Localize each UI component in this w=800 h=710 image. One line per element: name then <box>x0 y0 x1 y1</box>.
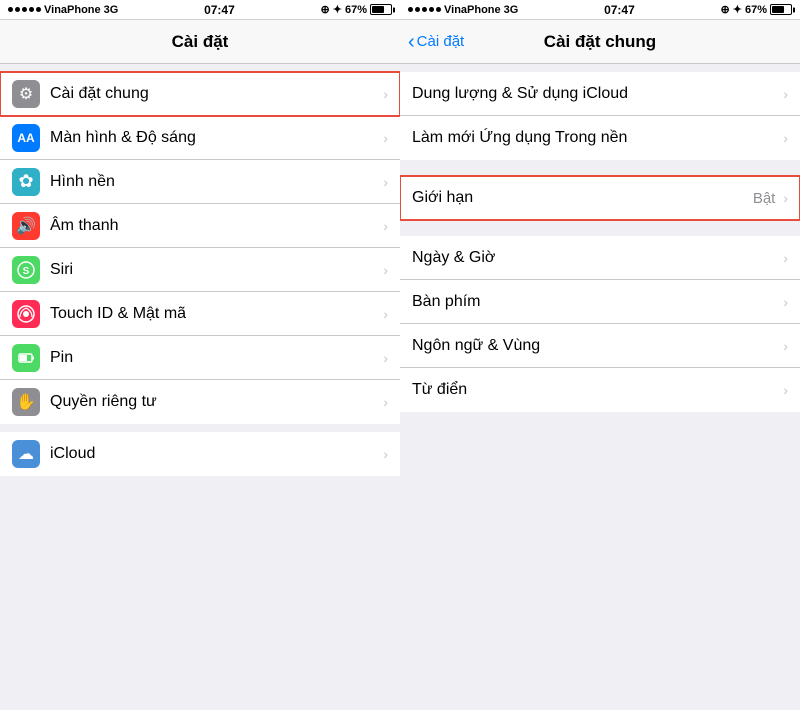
touchid-icon <box>12 300 40 328</box>
network-label: 3G <box>104 4 119 16</box>
signal-icon <box>8 7 41 12</box>
settings-item-am-thanh[interactable]: 🔊 Âm thanh › <box>0 204 400 248</box>
right-panel-content: Dung lượng & Sử dụng iCloud › Làm mới Ứn… <box>400 64 800 710</box>
chevron-icon: › <box>383 130 388 146</box>
network-label-right: 3G <box>504 4 519 16</box>
chevron-icon: › <box>783 190 788 206</box>
item-label-hinh-nen: Hình nền <box>50 173 379 191</box>
chevron-icon: › <box>383 306 388 322</box>
right-list-group-1: Dung lượng & Sử dụng iCloud › Làm mới Ứn… <box>400 72 800 160</box>
chevron-icon: › <box>383 218 388 234</box>
settings-item-gioi-han[interactable]: Giới hạn Bật › <box>400 176 800 220</box>
item-label-quyen-rieng-tu: Quyền riêng tư <box>50 393 379 411</box>
bluetooth-icon: ✦ <box>333 3 342 16</box>
settings-item-man-hinh[interactable]: AA Màn hình & Độ sáng › <box>0 116 400 160</box>
sound-icon: 🔊 <box>12 212 40 240</box>
left-status-bar: VinaPhone 3G 07:47 ⊕ ✦ 67% <box>0 0 400 20</box>
right-list-group-2: Giới hạn Bật › <box>400 176 800 220</box>
item-label-cai-dat-chung: Cài đặt chung <box>50 85 379 103</box>
chevron-icon: › <box>383 394 388 410</box>
item-label-ngon-ngu: Ngôn ngữ & Vùng <box>412 337 779 355</box>
back-arrow-icon: ‹ <box>408 32 415 52</box>
left-nav-title: Cài đặt <box>172 32 229 52</box>
item-label-gioi-han: Giới hạn <box>412 189 753 207</box>
chevron-icon: › <box>783 130 788 146</box>
chevron-icon: › <box>783 338 788 354</box>
display-icon: AA <box>12 124 40 152</box>
chevron-icon: › <box>783 382 788 398</box>
settings-item-icloud[interactable]: ☁ iCloud › <box>0 432 400 476</box>
bluetooth-icon-r: ✦ <box>733 3 742 16</box>
left-panel: Cài đặt ⚙ Cài đặt chung › AA Màn hình & … <box>0 20 400 710</box>
item-label-ngay-gio: Ngày & Giờ <box>412 249 779 267</box>
item-label-ban-phim: Bàn phím <box>412 293 779 311</box>
signal-icon-right <box>408 7 441 12</box>
right-panel: ‹ Cài đặt Cài đặt chung Dung lượng & Sử … <box>400 20 800 710</box>
item-label-pin: Pin <box>50 349 379 367</box>
group-spacer <box>400 160 800 168</box>
chevron-icon: › <box>383 446 388 462</box>
chevron-icon: › <box>383 86 388 102</box>
left-panel-content: ⚙ Cài đặt chung › AA Màn hình & Độ sáng … <box>0 64 400 710</box>
battery-label-right: 67% <box>745 4 767 16</box>
settings-item-lam-moi[interactable]: Làm mới Ứng dụng Trong nền › <box>400 116 800 160</box>
right-nav-bar: ‹ Cài đặt Cài đặt chung <box>400 20 800 64</box>
chevron-icon: › <box>383 262 388 278</box>
item-label-am-thanh: Âm thanh <box>50 217 379 235</box>
settings-item-pin[interactable]: Pin › <box>0 336 400 380</box>
item-label-dung-luong: Dung lượng & Sử dụng iCloud <box>412 85 779 103</box>
item-label-tu-dien: Từ điển <box>412 381 779 399</box>
back-button[interactable]: ‹ Cài đặt <box>408 32 464 52</box>
left-nav-bar: Cài đặt <box>0 20 400 64</box>
settings-item-tu-dien[interactable]: Từ điển › <box>400 368 800 412</box>
chevron-icon: › <box>383 174 388 190</box>
chevron-icon: › <box>783 250 788 266</box>
battery-icon-right <box>770 4 792 15</box>
item-label-siri: Siri <box>50 261 379 279</box>
battery-settings-icon <box>12 344 40 372</box>
chevron-icon: › <box>783 294 788 310</box>
signal-right-icon: ⊕ <box>321 3 330 16</box>
item-label-lam-moi: Làm mới Ứng dụng Trong nền <box>412 129 779 147</box>
settings-item-siri[interactable]: S Siri › <box>0 248 400 292</box>
right-list-group-3: Ngày & Giờ › Bàn phím › Ngôn ngữ & Vùng … <box>400 236 800 412</box>
settings-item-touch-id[interactable]: Touch ID & Mật mã › <box>0 292 400 336</box>
settings-item-dung-luong[interactable]: Dung lượng & Sử dụng iCloud › <box>400 72 800 116</box>
icloud-icon: ☁ <box>12 440 40 468</box>
right-status-bar: VinaPhone 3G 07:47 ⊕ ✦ 67% <box>400 0 800 20</box>
chevron-icon: › <box>383 350 388 366</box>
battery-icon <box>370 4 392 15</box>
gear-icon: ⚙ <box>12 80 40 108</box>
settings-item-ban-phim[interactable]: Bàn phím › <box>400 280 800 324</box>
siri-icon: S <box>12 256 40 284</box>
item-label-icloud: iCloud <box>50 445 379 463</box>
settings-item-ngay-gio[interactable]: Ngày & Giờ › <box>400 236 800 280</box>
carrier-label: VinaPhone <box>44 4 101 16</box>
settings-item-quyen-rieng-tu[interactable]: ✋ Quyền riêng tư › <box>0 380 400 424</box>
battery-label: 67% <box>345 4 367 16</box>
privacy-icon: ✋ <box>12 388 40 416</box>
right-nav-title: Cài đặt chung <box>544 32 656 52</box>
gioi-han-value: Bật <box>753 190 776 207</box>
settings-item-cai-dat-chung[interactable]: ⚙ Cài đặt chung › <box>0 72 400 116</box>
time-label-right: 07:47 <box>604 3 635 17</box>
settings-item-hinh-nen[interactable]: ✿ Hình nền › <box>0 160 400 204</box>
signal-right-icon-r: ⊕ <box>721 3 730 16</box>
chevron-icon: › <box>783 86 788 102</box>
group-spacer-2 <box>400 220 800 228</box>
item-label-touch-id: Touch ID & Mật mã <box>50 305 379 323</box>
settings-item-ngon-ngu[interactable]: Ngôn ngữ & Vùng › <box>400 324 800 368</box>
svg-text:S: S <box>23 266 30 277</box>
item-label-man-hinh: Màn hình & Độ sáng <box>50 129 379 147</box>
left-list-group: ⚙ Cài đặt chung › AA Màn hình & Độ sáng … <box>0 72 400 424</box>
left-list-group-2: ☁ iCloud › <box>0 432 400 476</box>
back-label: Cài đặt <box>417 33 465 50</box>
wallpaper-icon: ✿ <box>12 168 40 196</box>
time-label: 07:47 <box>204 3 235 17</box>
carrier-label-right: VinaPhone <box>444 4 501 16</box>
